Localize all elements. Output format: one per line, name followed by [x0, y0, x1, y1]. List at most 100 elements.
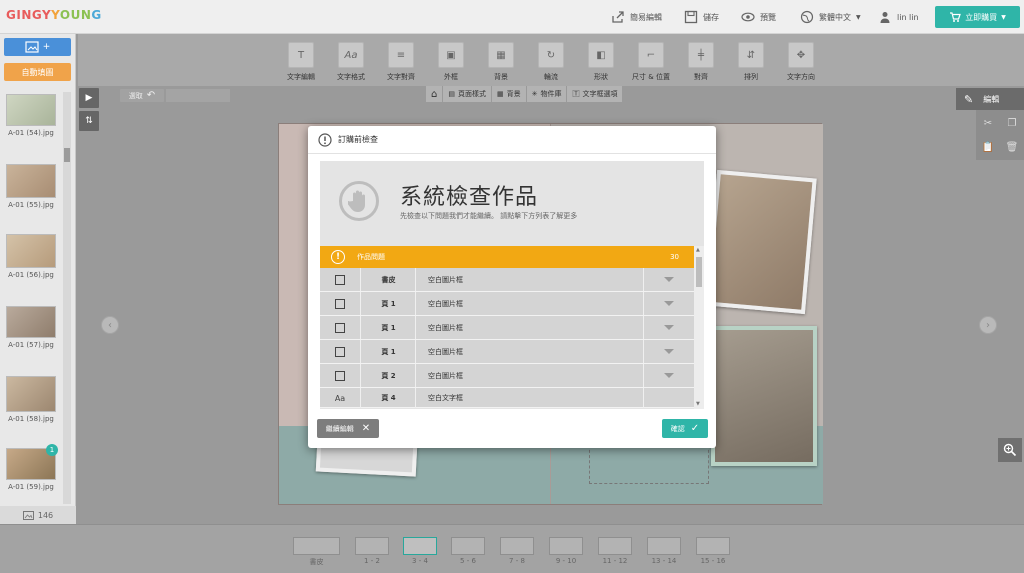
issues-scrollbar[interactable]: ▲ ▼ [694, 246, 704, 409]
issue-row[interactable]: 頁 1 空白圖片框 [320, 316, 694, 340]
sort-button[interactable]: ⇅ [79, 111, 99, 131]
alert-icon [318, 132, 332, 147]
sparkle-icon: ✳ [531, 90, 538, 98]
page-thumb[interactable]: 9 - 10 [549, 537, 583, 565]
expand-row-button[interactable] [643, 268, 694, 291]
issue-row[interactable]: Aa 頁 4 空白文字框 [320, 388, 694, 408]
issue-row[interactable]: 頁 1 空白圖片框 [320, 292, 694, 316]
confirm-button[interactable]: 確認 ✓ [662, 419, 708, 438]
language-select[interactable]: 繁體中文 ▼ [800, 9, 861, 25]
expand-row-button[interactable] [643, 340, 694, 363]
scroll-up-icon[interactable]: ▲ [696, 247, 700, 253]
chevron-down-icon: ▼ [1001, 13, 1006, 21]
photo-thumbnail[interactable]: A-01 (55).jpg [6, 164, 56, 209]
auto-fill-button[interactable]: 自動填圖 [4, 63, 71, 81]
page-thumb[interactable]: 7 - 8 [500, 537, 534, 565]
expand-row-button[interactable] [643, 316, 694, 339]
tool-text-align[interactable]: ≡ 文字對齊 [376, 42, 426, 82]
paste-icon[interactable]: 📋 [978, 137, 998, 157]
tool-arrange[interactable]: ⇵ 排列 [726, 42, 776, 82]
prev-page-button[interactable]: ‹ [101, 316, 119, 334]
trash-icon[interactable]: 🗑 [1002, 137, 1022, 157]
page-thumb[interactable]: 11 - 12 [598, 537, 632, 565]
page-navigator: 書皮 1 - 2 3 - 4 5 - 6 7 - 8 9 - 10 11 - 1… [0, 524, 1024, 573]
scrollbar-thumb[interactable] [696, 257, 702, 287]
tool-frame[interactable]: ▣ 外框 [426, 42, 476, 82]
user-menu[interactable]: lin lin [878, 9, 919, 25]
photo-frame[interactable] [705, 169, 817, 315]
buy-now-button[interactable]: 立即購買 ▼ [935, 6, 1020, 28]
tab-background[interactable]: ▦ 背景 [491, 86, 526, 102]
preorder-check-dialog: 訂購前檢查 系統檢查作品 先檢查以下問題我們才能繼續。 請點擊下方列表了解更多 … [308, 126, 716, 448]
move-icon: ✥ [788, 42, 814, 68]
expand-row-button[interactable] [643, 292, 694, 315]
photo-image [6, 376, 56, 412]
chevron-down-icon [664, 349, 674, 354]
size-position-icon: ⌐ [638, 42, 664, 68]
tool-background[interactable]: ▦ 背景 [476, 42, 526, 82]
photo-thumbnail[interactable]: A-01 (56).jpg [6, 234, 56, 279]
preview-button[interactable]: 預覽 [741, 9, 776, 25]
logo[interactable]: GINGYYOUNG [6, 8, 102, 22]
page-thumb[interactable]: 1 - 2 [355, 537, 389, 565]
page-thumb[interactable]: 13 - 14 [647, 537, 681, 565]
photo-thumbnail[interactable]: A-01 (57).jpg [6, 306, 56, 349]
tab-page-style[interactable]: ▤ 頁面樣式 [443, 86, 491, 102]
expand-row-button[interactable] [643, 388, 694, 408]
edit-panel-toggle[interactable]: ✎ 編輯 [956, 88, 1024, 110]
save-button[interactable]: 儲存 [684, 9, 719, 25]
tab-object-library[interactable]: ✳ 物件庫 [526, 86, 567, 102]
dialog-header: 訂購前檢查 [308, 126, 716, 154]
chevron-down-icon [664, 373, 674, 378]
page-thumb-selected[interactable]: 3 - 4 [403, 537, 437, 565]
tool-text-format[interactable]: Aa 文字格式 [326, 42, 376, 82]
tool-shape[interactable]: ◧ 形狀 [576, 42, 626, 82]
shape-icon: ◧ [588, 42, 614, 68]
dialog-subtitle: 先檢查以下問題我們才能繼續。 請點擊下方列表了解更多 [400, 212, 578, 220]
home-tab[interactable]: ⌂ [426, 86, 443, 102]
expand-row-button[interactable] [643, 364, 694, 387]
tool-rotate[interactable]: ↻ 輪流 [526, 42, 576, 82]
zoom-button[interactable] [998, 438, 1022, 462]
tool-text-edit[interactable]: T 文字編輯 [276, 42, 326, 82]
add-photos-button[interactable]: + [4, 38, 71, 56]
copy-icon[interactable]: ❐ [1002, 113, 1022, 133]
page-thumb-cover[interactable]: 書皮 [293, 537, 340, 567]
warning-icon: ! [331, 250, 345, 264]
tool-align[interactable]: ╪ 對齊 [676, 42, 726, 82]
page-thumb-image [696, 537, 730, 555]
photo-count: 146 [0, 506, 76, 524]
page-thumb-image [500, 537, 534, 555]
tool-text-direction[interactable]: ✥ 文字方向 [776, 42, 826, 82]
scroll-down-icon[interactable]: ▼ [696, 401, 700, 407]
expand-sidebar-button[interactable]: ▶ [79, 88, 99, 108]
issue-row[interactable]: 頁 1 空白圖片框 [320, 340, 694, 364]
cut-icon[interactable]: ✂ [978, 113, 998, 133]
chevron-right-icon: › [986, 319, 990, 331]
issue-row[interactable]: 書皮 空白圖片框 [320, 268, 694, 292]
quick-edit-button[interactable]: 簡易編輯 [611, 9, 662, 25]
sidebar-scrollbar[interactable] [63, 92, 71, 504]
photo-frame[interactable] [711, 326, 817, 466]
page-thumb[interactable]: 5 - 6 [451, 537, 485, 565]
chevron-down-icon [664, 277, 674, 282]
continue-editing-button[interactable]: 繼續編輯 ✕ [317, 419, 379, 438]
photo-thumbnail[interactable]: 1 A-01 (59).jpg [6, 444, 58, 491]
issue-row[interactable]: 頁 2 空白圖片框 [320, 364, 694, 388]
page-thumb-image [293, 537, 340, 555]
tab-text-box-options[interactable]: 🅃 文字框選項 [567, 86, 623, 102]
empty-photo-frame-icon [335, 322, 345, 333]
photo-thumbnail[interactable]: A-01 (54).jpg [6, 94, 56, 137]
next-page-button[interactable]: › [979, 316, 997, 334]
undo-button[interactable]: 選取 ↶ [120, 89, 164, 102]
add-photo-icon [25, 41, 39, 53]
page-thumb[interactable]: 15 - 16 [696, 537, 730, 565]
tool-size-position[interactable]: ⌐ 尺寸 & 位置 [626, 42, 676, 82]
undo-icon: ↶ [146, 90, 156, 101]
empty-photo-frame-icon [335, 370, 345, 381]
scrollbar-thumb[interactable] [64, 148, 70, 162]
photo-thumbnail[interactable]: A-01 (58).jpg [6, 376, 56, 423]
app-header: GINGYYOUNG 簡易編輯 儲存 預覽 繁體中文 ▼ lin lin 立即購… [0, 0, 1024, 34]
issues-summary-bar[interactable]: ! 作品問題 30 [320, 246, 694, 274]
page-thumb-image [549, 537, 583, 555]
